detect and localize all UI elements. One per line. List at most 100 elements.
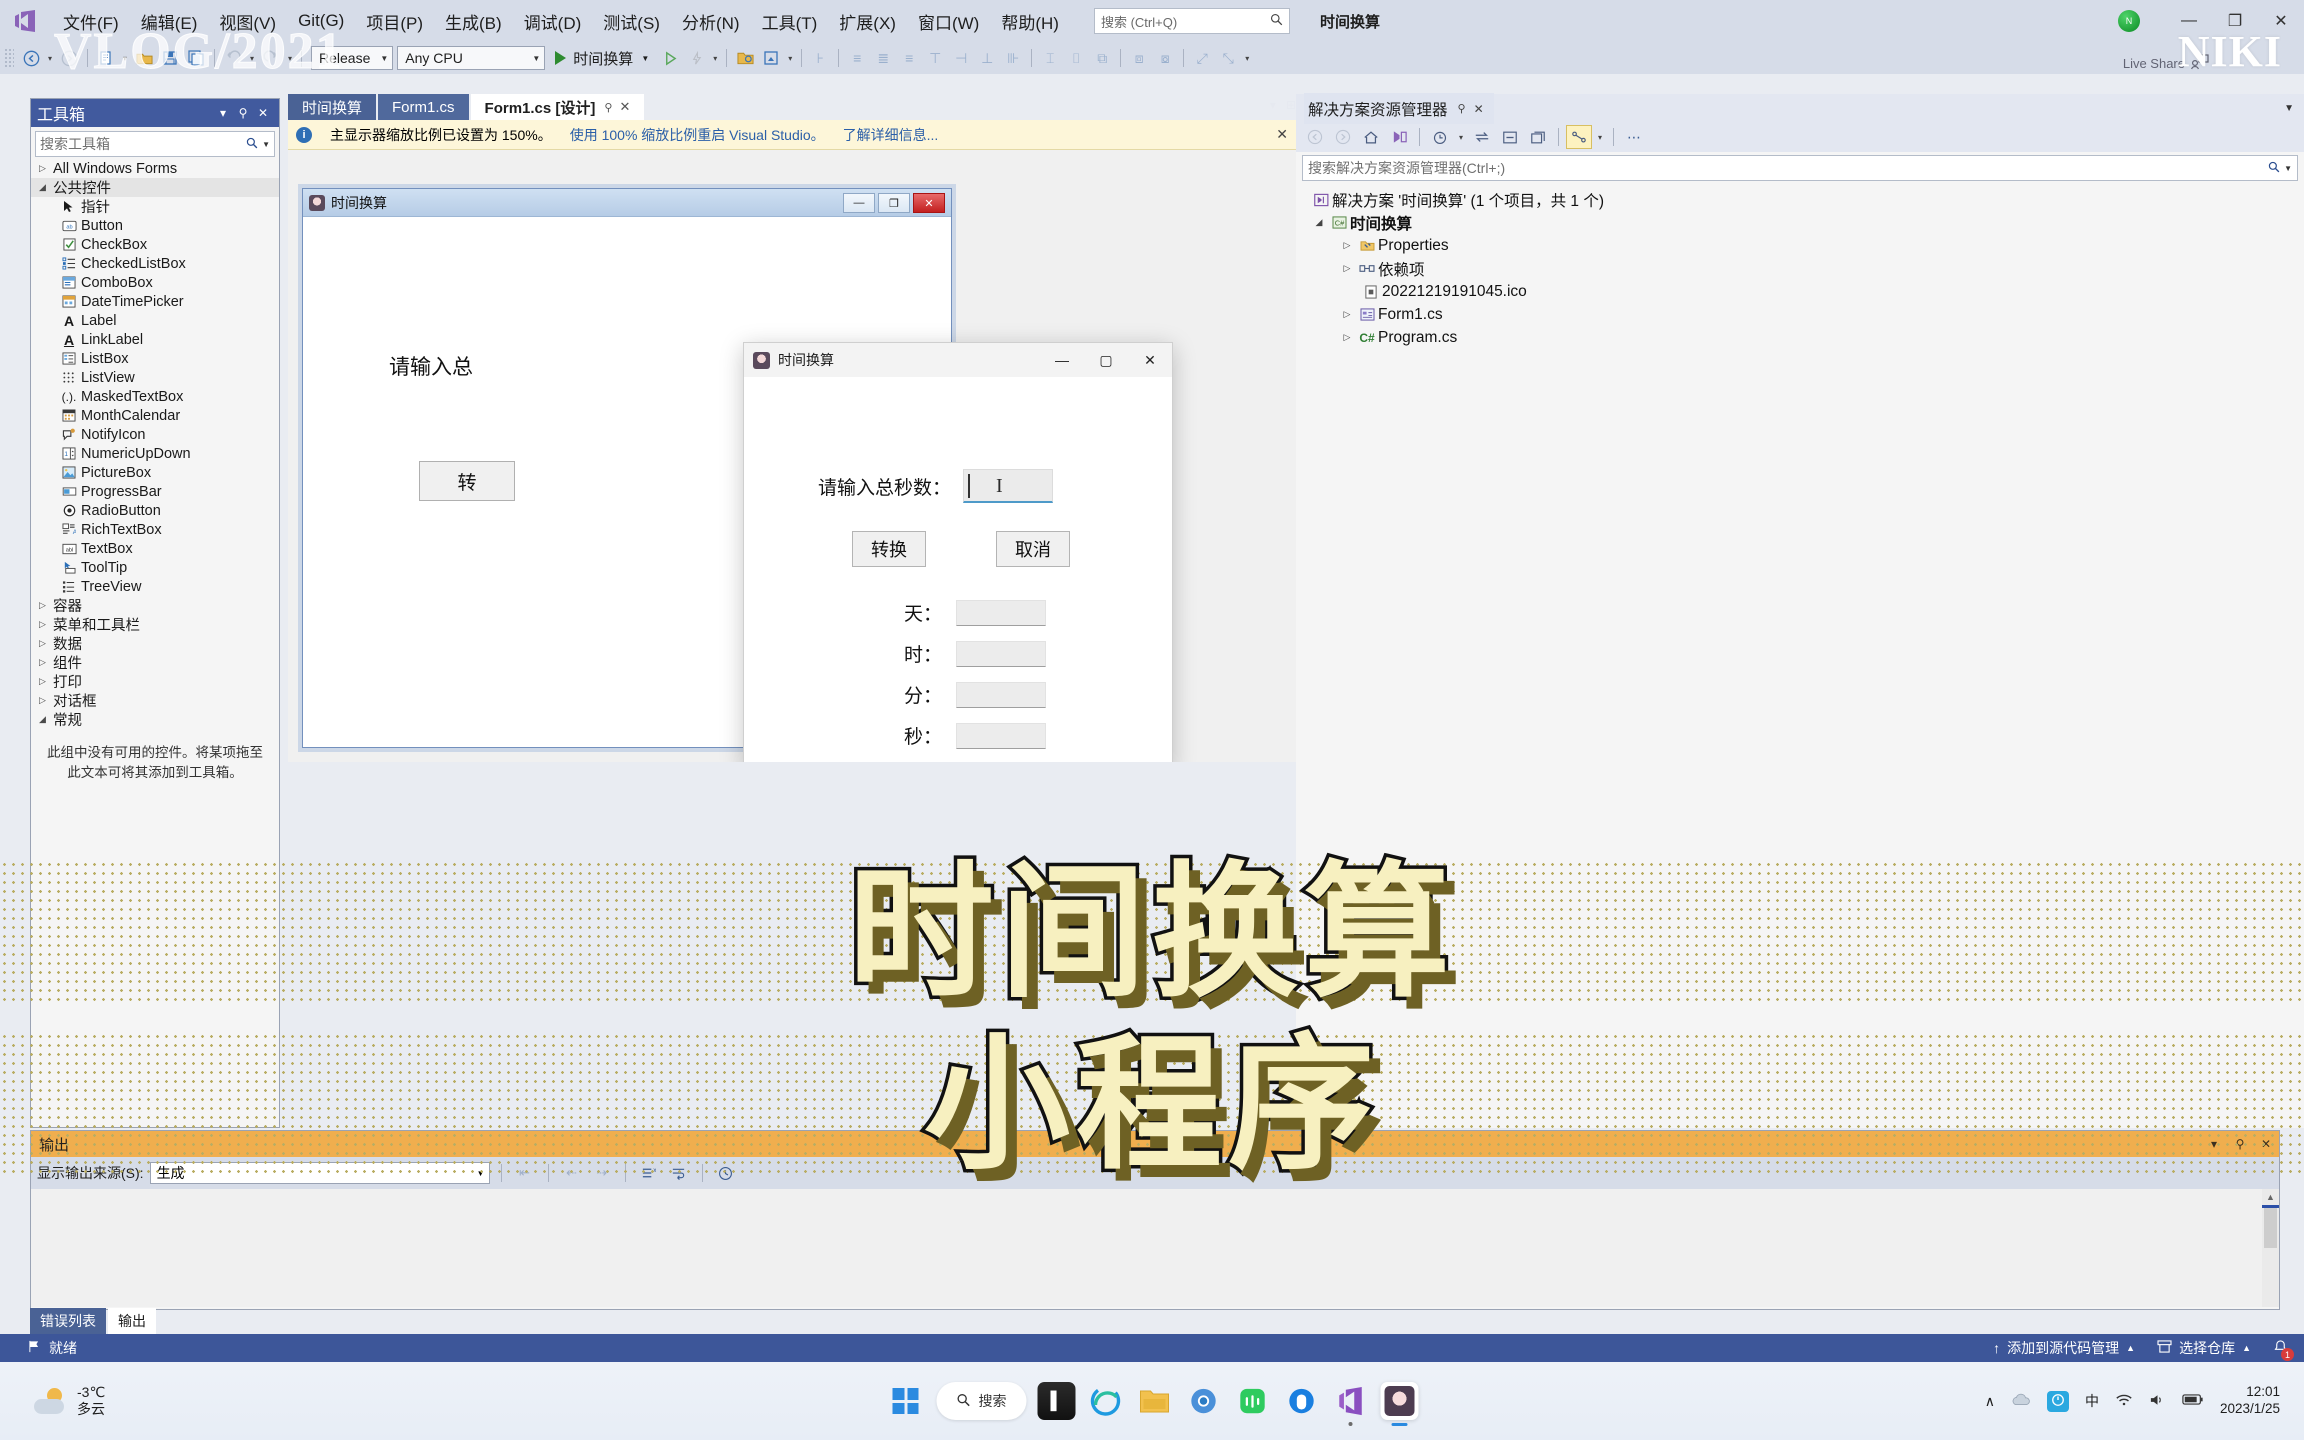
toolbox-group-common-controls[interactable]: ◢ 公共控件: [31, 178, 279, 197]
convert-button[interactable]: 转换: [852, 531, 926, 567]
toolbox-item-pointer[interactable]: 指针: [31, 197, 279, 216]
select-element-icon[interactable]: [732, 46, 758, 70]
tab-order-icon[interactable]: ⧉: [1089, 46, 1115, 70]
menu-view[interactable]: 视图(V): [208, 5, 287, 38]
project-node[interactable]: ◢ C# 时间换算: [1296, 211, 2304, 234]
node-program-cs[interactable]: ▷ C# Program.cs: [1296, 326, 2304, 349]
undo-icon[interactable]: [220, 46, 246, 70]
menu-test[interactable]: 测试(S): [592, 5, 671, 38]
menu-build[interactable]: 生成(B): [434, 5, 513, 38]
chevron-right-icon[interactable]: ▷: [1338, 263, 1356, 274]
chevron-down-icon[interactable]: ▼: [2284, 164, 2292, 173]
hot-reload-dropdown-icon[interactable]: ▾: [709, 54, 721, 63]
save-all-icon[interactable]: [183, 46, 209, 70]
seconds-input[interactable]: I: [963, 469, 1054, 503]
toolbox-group-all-windows-forms[interactable]: ▷ All Windows Forms: [31, 159, 279, 178]
toolbox-group-dialogs[interactable]: ▷ 对话框: [31, 691, 279, 710]
hot-reload-icon[interactable]: [683, 46, 709, 70]
tray-expand-icon[interactable]: ∧: [1985, 1393, 1995, 1410]
tab-output[interactable]: 输出: [108, 1308, 156, 1334]
more-options-icon[interactable]: ⋯: [1621, 125, 1647, 149]
previous-message-icon[interactable]: ⇠: [560, 1162, 584, 1184]
main-menu[interactable]: 文件(F) 编辑(E) 视图(V) Git(G) 项目(P) 生成(B) 调试(…: [52, 5, 1070, 38]
qq-icon[interactable]: [1283, 1382, 1321, 1420]
tab-form1-designer[interactable]: Form1.cs [设计] ⚲ ✕: [470, 94, 645, 120]
center-vertically-icon[interactable]: ⌷: [1063, 46, 1089, 70]
close-button[interactable]: ✕: [913, 193, 945, 213]
toolbox-item-richtextbox[interactable]: A RichTextBox: [31, 520, 279, 539]
align-right-icon[interactable]: ≡: [896, 46, 922, 70]
pin-icon[interactable]: ⚲: [1458, 102, 1466, 115]
undo-dropdown-icon[interactable]: ▾: [246, 54, 258, 63]
toolbox-item-datetimepicker[interactable]: DateTimePicker: [31, 292, 279, 311]
collapse-all-icon[interactable]: [1497, 125, 1523, 149]
toolbox-item-tooltip[interactable]: ToolTip: [31, 558, 279, 577]
chevron-down-icon[interactable]: ▼: [262, 140, 270, 149]
taskbar-clock[interactable]: 12:01 2023/1/25: [2220, 1384, 2280, 1418]
toolbox-item-radiobutton[interactable]: RadioButton: [31, 501, 279, 520]
chevron-down-icon[interactable]: ▾: [1594, 133, 1606, 142]
chevron-right-icon[interactable]: ▷: [1338, 240, 1356, 251]
toolbox-item-textbox[interactable]: abl TextBox: [31, 539, 279, 558]
tab-error-list[interactable]: 错误列表: [30, 1308, 106, 1334]
output-scrollbar[interactable]: ▲: [2262, 1189, 2279, 1307]
battery-icon[interactable]: [2182, 1393, 2204, 1409]
live-share-button[interactable]: Live Share: [2123, 54, 2209, 73]
node-properties[interactable]: ▷ Properties: [1296, 234, 2304, 257]
toolbox-item-maskedtextbox[interactable]: (.). MaskedTextBox: [31, 387, 279, 406]
output-source-combo[interactable]: 生成 ▼: [149, 1162, 490, 1184]
align-left-icon[interactable]: ≡: [844, 46, 870, 70]
new-item-icon[interactable]: [93, 46, 119, 70]
toolbox-group-printing[interactable]: ▷ 打印: [31, 672, 279, 691]
new-item-dropdown-icon[interactable]: ▾: [119, 54, 131, 63]
info-bar-close-icon[interactable]: ✕: [1276, 126, 1288, 143]
toolbox-item-numericupdown[interactable]: 1 NumericUpDown: [31, 444, 279, 463]
clear-all-icon[interactable]: x: [637, 1162, 661, 1184]
chrome-icon[interactable]: [1185, 1382, 1223, 1420]
toolbox-item-combobox[interactable]: ComboBox: [31, 273, 279, 292]
solution-explorer-tab[interactable]: 解决方案资源管理器 ⚲ ✕: [1304, 92, 1494, 124]
restore-button[interactable]: ❐: [2212, 0, 2258, 42]
show-all-files-icon[interactable]: [1525, 125, 1551, 149]
toolbox-item-treeview[interactable]: TreeView: [31, 577, 279, 596]
seconds-output[interactable]: [956, 722, 1046, 749]
chevron-right-icon[interactable]: ▷: [1338, 332, 1356, 343]
align-middle-icon[interactable]: ⊣: [948, 46, 974, 70]
edge-icon[interactable]: [1087, 1382, 1125, 1420]
back-icon[interactable]: [1302, 125, 1328, 149]
minutes-output[interactable]: [956, 681, 1046, 708]
toolbox-item-listview[interactable]: ListView: [31, 368, 279, 387]
onedrive-icon[interactable]: [2011, 1393, 2031, 1410]
toolbox-item-button[interactable]: ab Button: [31, 216, 279, 235]
node-icon-file[interactable]: 20221219191045.ico: [1296, 280, 2304, 303]
file-explorer-icon[interactable]: [1136, 1382, 1174, 1420]
maximize-button[interactable]: ▢: [1084, 343, 1128, 377]
lock-controls-icon[interactable]: ⤡: [1215, 46, 1241, 70]
toolbox-group-data[interactable]: ▷ 数据: [31, 634, 279, 653]
taskbar-search[interactable]: 搜索: [936, 1382, 1027, 1420]
chevron-down-icon[interactable]: ◢: [1310, 217, 1328, 228]
notifications-button[interactable]: 1: [2273, 1339, 2294, 1361]
close-icon[interactable]: ✕: [1474, 102, 1484, 116]
align-center-icon[interactable]: ≣: [870, 46, 896, 70]
forward-icon[interactable]: [56, 46, 82, 70]
days-output[interactable]: [956, 599, 1046, 626]
volume-icon[interactable]: [2149, 1393, 2166, 1410]
home-icon[interactable]: [1358, 125, 1384, 149]
menu-project[interactable]: 项目(P): [355, 5, 434, 38]
cancel-button[interactable]: 取消: [996, 531, 1070, 567]
toolbox-item-checkbox[interactable]: CheckBox: [31, 235, 279, 254]
toolbox-group-general[interactable]: ◢ 常规: [31, 710, 279, 729]
switch-views-icon[interactable]: [1386, 125, 1412, 149]
toolbox-item-checkedlistbox[interactable]: CheckedListBox: [31, 254, 279, 273]
menu-window[interactable]: 窗口(W): [907, 5, 990, 38]
toggle-timestamp-icon[interactable]: [714, 1162, 738, 1184]
info-bar-more-link[interactable]: 了解详细信息...: [843, 125, 939, 145]
live-preview-icon[interactable]: [758, 46, 784, 70]
properties-view-icon[interactable]: [1566, 125, 1592, 149]
chevron-down-icon[interactable]: ▾: [2201, 1137, 2227, 1151]
close-icon[interactable]: ✕: [619, 99, 630, 115]
toolbox-group-containers[interactable]: ▷ 容器: [31, 596, 279, 615]
close-button[interactable]: ✕: [2258, 0, 2304, 42]
redo-dropdown-icon[interactable]: ▾: [284, 54, 296, 63]
